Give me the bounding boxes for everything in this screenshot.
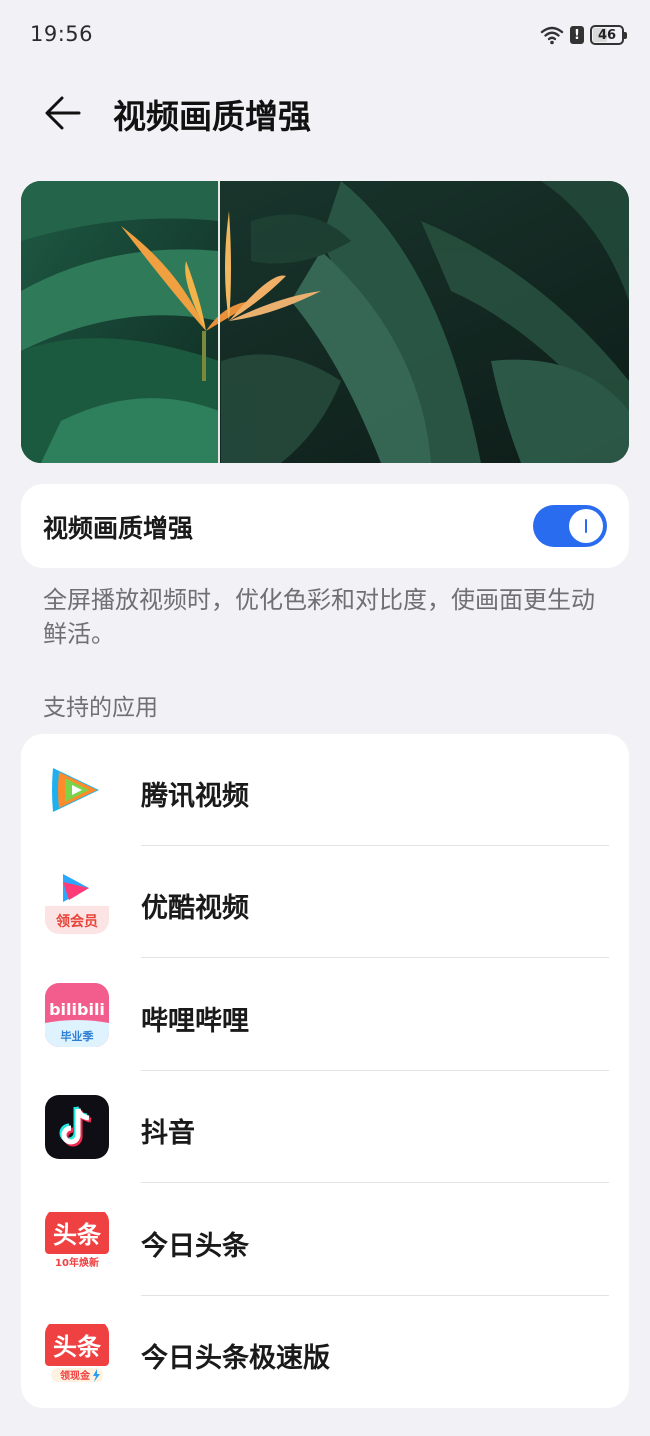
switch-knob: [569, 509, 603, 543]
page-title: 视频画质增强: [113, 97, 311, 136]
wifi-icon: [540, 25, 564, 45]
toutiao-badge: 10年焕新: [55, 1256, 99, 1269]
app-name: 今日头条极速版: [141, 1343, 330, 1374]
bilibili-icon: bilibili 毕业季: [45, 983, 109, 1047]
list-item: 领会员 优酷视频: [21, 846, 629, 958]
list-item: bilibili 毕业季 哔哩哔哩: [21, 959, 629, 1071]
toutiao-logo-text: 头条: [53, 1221, 102, 1249]
alert-icon: !: [570, 26, 584, 44]
header: 视频画质增强: [0, 80, 650, 144]
app-name: 今日头条: [141, 1231, 249, 1262]
supported-apps-list: 腾讯视频 领会员 优酷视频 bilibili 毕业季 哔哩哔哩 抖音 头条 10…: [21, 734, 629, 1408]
list-item: 抖音: [21, 1071, 629, 1183]
list-item: 腾讯视频: [21, 734, 629, 846]
status-icons: ! 46: [540, 22, 627, 48]
toggle-label: 视频画质增强: [43, 514, 194, 543]
status-time: 19:56: [30, 22, 94, 46]
enhancement-toggle-row[interactable]: 视频画质增强: [21, 484, 629, 568]
app-name: 优酷视频: [141, 893, 249, 924]
battery-level: 46: [597, 27, 617, 43]
app-name: 腾讯视频: [141, 781, 249, 812]
toutiao-lite-badge: 领现金: [60, 1369, 91, 1382]
app-name: 哔哩哔哩: [141, 1006, 249, 1037]
toutiao-lite-logo-text: 头条: [53, 1333, 102, 1361]
youku-badge: 领会员: [56, 913, 98, 930]
toutiao-lite-icon: 头条 领现金: [45, 1320, 109, 1384]
bilibili-logo-text: bilibili: [49, 1000, 105, 1019]
youku-icon: 领会员: [45, 870, 109, 934]
divider: [141, 957, 609, 958]
enhancement-switch[interactable]: [533, 505, 607, 547]
app-name: 抖音: [141, 1118, 195, 1149]
arrow-left-icon: [45, 96, 81, 130]
feature-description: 全屏播放视频时，优化色彩和对比度，使画面更生动鲜活。: [43, 586, 595, 648]
bilibili-badge: 毕业季: [61, 1029, 95, 1043]
tencent-video-icon: [45, 758, 109, 822]
status-bar: 19:56 ! 46: [0, 0, 650, 70]
douyin-icon: [45, 1095, 109, 1159]
divider: [141, 1182, 609, 1183]
list-item: 头条 领现金 今日头条极速版: [21, 1296, 629, 1408]
toutiao-icon: 头条 10年焕新: [45, 1208, 109, 1272]
battery-icon: 46: [590, 25, 627, 45]
list-item: 头条 10年焕新 今日头条: [21, 1184, 629, 1296]
preview-image: [21, 181, 629, 463]
section-title-supported-apps: 支持的应用: [43, 695, 158, 721]
back-button[interactable]: [38, 88, 88, 138]
